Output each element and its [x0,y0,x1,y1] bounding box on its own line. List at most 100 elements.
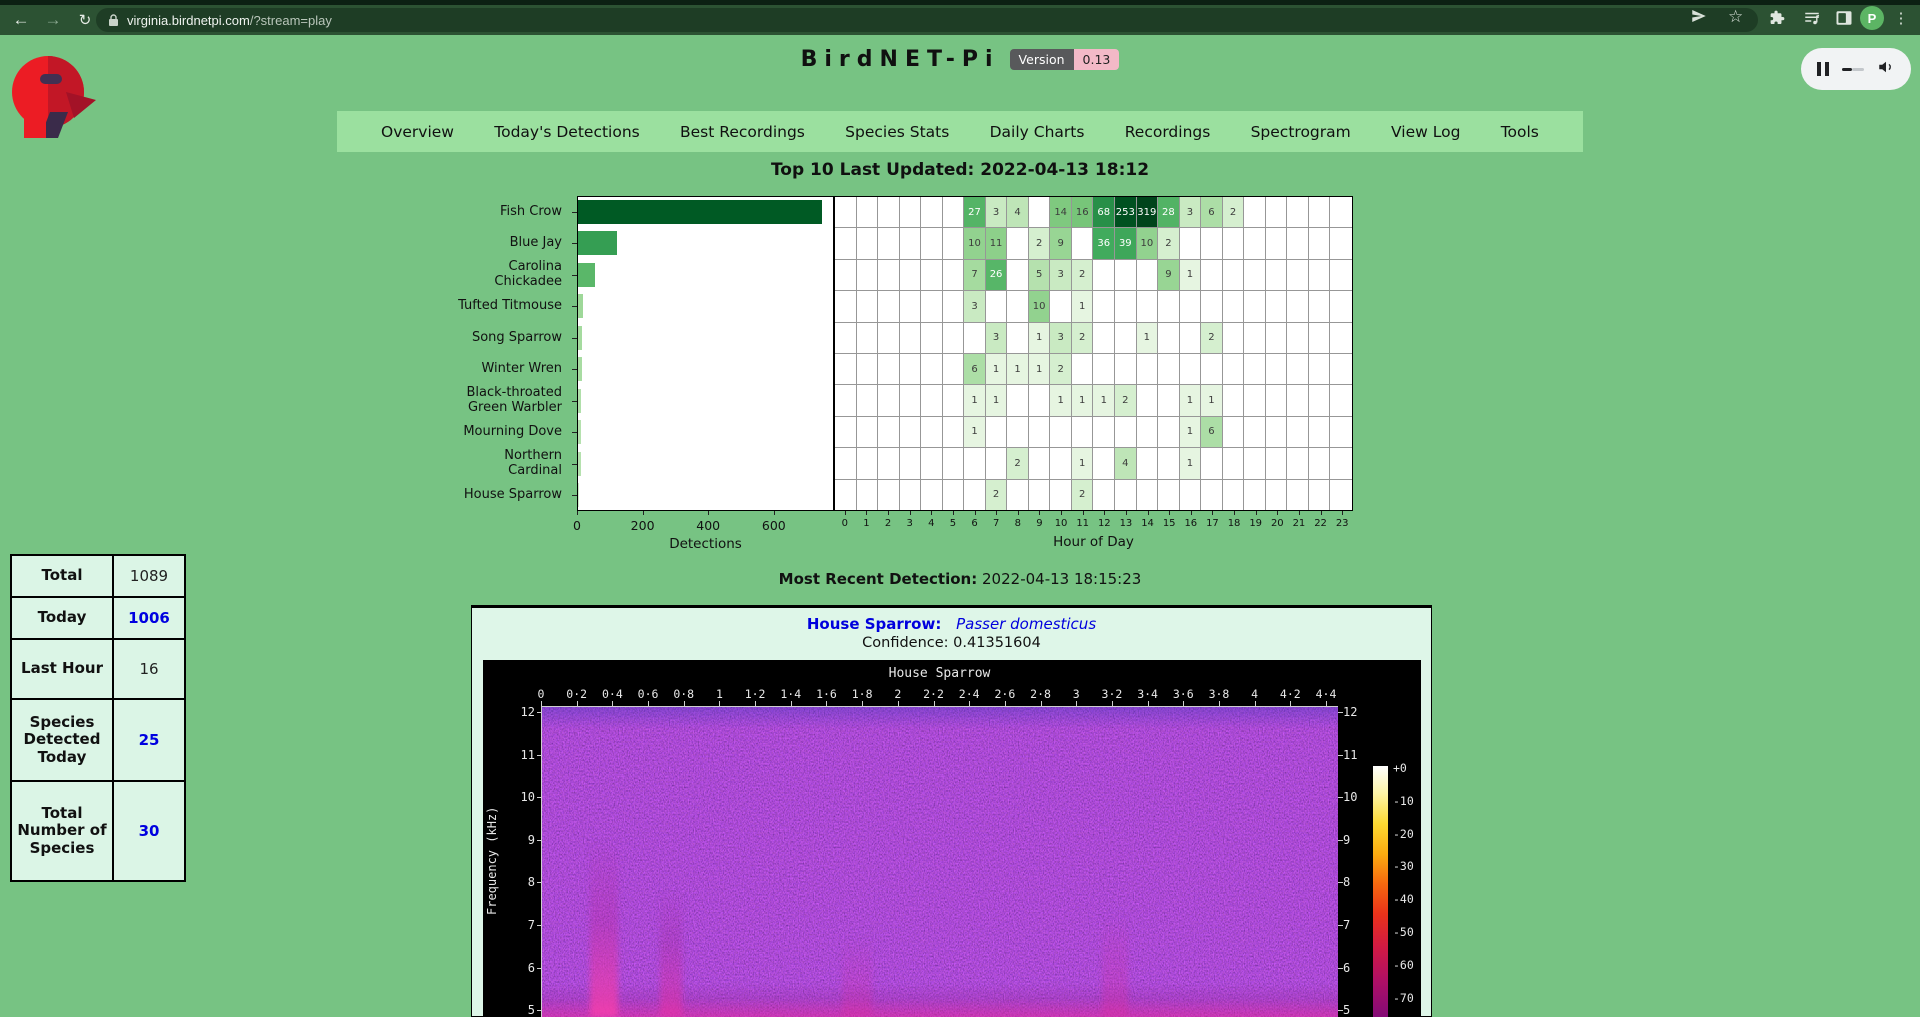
stats-value[interactable]: 25 [113,699,185,781]
spectrogram-xtick [1041,701,1042,706]
spectrogram-ytick [1338,925,1343,926]
heatmap-cell [1287,260,1309,291]
media-controls-icon[interactable] [1800,6,1824,30]
heatmap-cell [878,417,900,448]
heatmap-cell [1137,448,1159,479]
stats-row: Species Detected Today25 [11,699,185,781]
heatmap-cell [1093,354,1115,385]
browser-reload-icon[interactable]: ↻ [72,7,98,33]
heatmap-cell: 1 [1180,385,1202,416]
species-label: Winter Wren [430,354,562,386]
address-bar[interactable]: virginia.birdnetpi.com/?stream=play [96,8,1758,32]
seek-bar[interactable] [1842,68,1864,71]
spectrogram-title: House Sparrow [541,666,1338,681]
spectrogram-ytick-label: 11 [509,748,535,762]
heatmap-cell: 1 [1072,385,1094,416]
heatmap-cell [1223,291,1245,322]
spectrogram-xtick [1005,701,1006,706]
heatmap-cell [921,448,943,479]
hour-axis-tick [1256,511,1257,515]
nav-item-species-stats[interactable]: Species Stats [845,123,949,141]
heatmap-cell [1180,480,1202,510]
heatmap-cell [1330,417,1352,448]
heatmap-cell: 2 [1029,228,1051,259]
spectrogram-ytick-label: 5 [1343,1003,1369,1017]
hour-axis-tick [1212,511,1213,515]
version-badge: Version 0.13 [1010,49,1120,70]
stats-label: Last Hour [11,639,113,699]
browser-back-icon[interactable]: ← [8,7,34,33]
spectrogram-xtick-label: 4 [1251,687,1258,701]
profile-avatar[interactable]: P [1860,6,1884,30]
spectrogram-ytick [537,968,542,969]
heatmap-cell [1309,260,1331,291]
hour-axis-tick [1018,511,1019,515]
spectrogram-xtick [577,701,578,706]
detection-species[interactable]: House Sparrow: [807,615,941,633]
heatmap-cell [986,291,1008,322]
heatmap-cell [1050,480,1072,510]
heatmap-cell [1158,480,1180,510]
most-recent-detection: Most Recent Detection: 2022-04-13 18:15:… [0,570,1920,588]
bar-axis-ticklabel: 0 [573,518,581,533]
heatmap-cell [900,323,922,354]
stats-value[interactable]: 30 [113,781,185,881]
heatmap-cell [878,448,900,479]
spectrogram-ytick-label: 10 [1343,790,1369,804]
nav-item-tools[interactable]: Tools [1501,123,1539,141]
hour-axis-ticklabel: 5 [950,518,956,529]
heatmap-cell: 5 [1029,260,1051,291]
browser-forward-icon[interactable]: → [40,7,66,33]
heatmap-cell [1309,448,1331,479]
lock-icon[interactable] [108,14,119,27]
nav-item-daily-charts[interactable]: Daily Charts [990,123,1085,141]
nav-bar: Overview Today's Detections Best Recording… [337,111,1583,152]
heatmap-cell [1029,197,1051,228]
heatmap-cell [1072,228,1094,259]
hour-axis-tick [996,511,997,515]
heatmap-cell [900,448,922,479]
heatmap-cell [1330,197,1352,228]
heatmap-cell [835,480,857,510]
species-label: Fish Crow [430,196,562,228]
spectrogram-ytick-label: 9 [509,833,535,847]
heatmap-cell [857,448,879,479]
hour-axis-ticklabel: 14 [1141,518,1154,529]
heatmap-cell: 16 [1072,197,1094,228]
hour-axis-ticklabel: 4 [928,518,934,529]
stats-value[interactable]: 1006 [113,597,185,639]
bookmark-star-icon[interactable]: ☆ [1728,7,1743,27]
nav-item-view-log[interactable]: View Log [1391,123,1460,141]
nav-item-best-recordings[interactable]: Best Recordings [680,123,805,141]
spectrogram-ytick [1338,840,1343,841]
send-icon[interactable] [1690,7,1708,29]
spectrogram-xtick [1290,701,1291,706]
volume-icon[interactable] [1877,58,1895,80]
spectrogram-ylabel: Frequency (kHz) [485,807,499,915]
hour-axis-tick [931,511,932,515]
heatmap-cell [1223,323,1245,354]
heatmap-cell [1201,354,1223,385]
heatmap-cell [1115,291,1137,322]
extensions-puzzle-icon[interactable] [1766,6,1790,30]
side-panel-icon[interactable] [1832,6,1856,30]
pause-icon[interactable] [1817,62,1829,76]
bar [578,326,582,350]
browser-menu-icon[interactable]: ⋮ [1893,6,1909,30]
nav-item-recordings[interactable]: Recordings [1125,123,1211,141]
species-label: Tufted Titmouse [430,291,562,323]
heatmap-cell [1330,323,1352,354]
spectrogram-xtick-label: 1 [716,687,723,701]
species-label: Song Sparrow [430,322,562,354]
heatmap-cell: 9 [1050,228,1072,259]
heatmap-cell [1309,354,1331,385]
spectrogram-xtick [541,701,542,706]
audio-player[interactable] [1801,48,1911,90]
heatmap-cell: 2 [1201,323,1223,354]
nav-item-overview[interactable]: Overview [381,123,454,141]
nav-item-today-s-detections[interactable]: Today's Detections [494,123,639,141]
nav-item-spectrogram[interactable]: Spectrogram [1251,123,1351,141]
colorbar-tick-label: -30 [1393,859,1414,873]
detections-bar-plot [577,196,834,511]
spectrogram-ytick [537,882,542,883]
